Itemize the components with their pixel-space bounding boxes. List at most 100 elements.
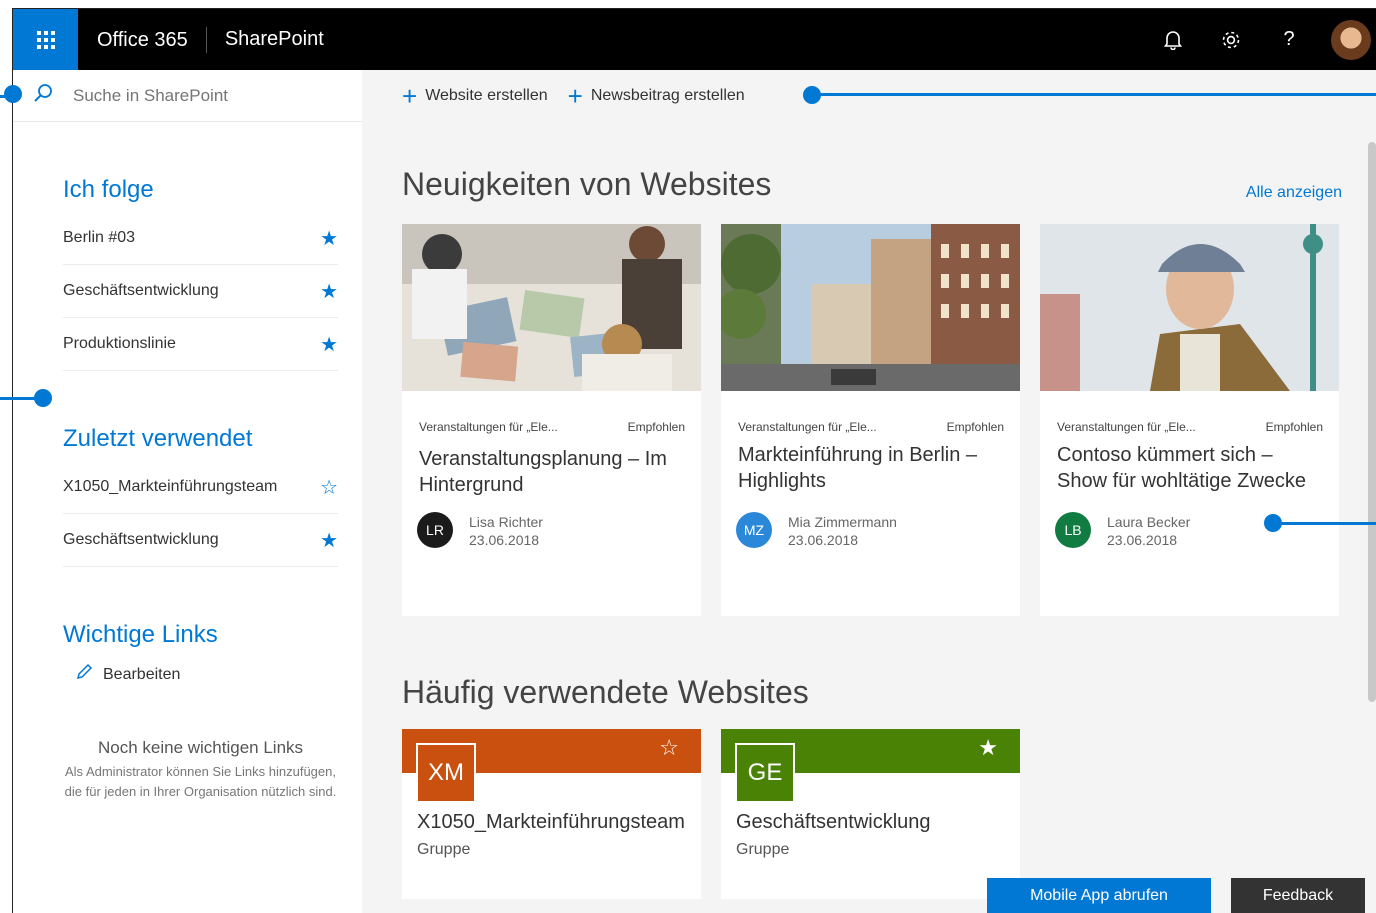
callout-line <box>0 397 36 400</box>
site-card-x1050[interactable]: ☆ XM X1050_Markteinführungsteam Gruppe <box>402 729 701 899</box>
sidebar-item-geschaeftsentwicklung[interactable]: Geschäftsentwicklung ★ <box>63 265 338 318</box>
links-empty-state: Noch keine wichtigen Links Als Administr… <box>63 738 338 802</box>
office-365-link[interactable]: Office 365 <box>78 26 207 53</box>
search-box[interactable] <box>13 70 362 122</box>
news-source[interactable]: Veranstaltungen für „Ele... <box>1057 420 1196 434</box>
author-name: Mia Zimmermann <box>788 514 897 530</box>
callout-line <box>815 93 1376 96</box>
pencil-icon <box>75 663 93 686</box>
frequent-sites-heading: Häufig verwendete Websites <box>402 674 809 710</box>
sidebar-item-label: Berlin #03 <box>63 229 136 246</box>
author-initials: MZ <box>736 512 772 548</box>
news-tag: Empfohlen <box>627 420 685 434</box>
news-tag: Empfohlen <box>946 420 1004 434</box>
left-navigation-pane: Ich folge Berlin #03 ★ Geschäftsentwickl… <box>13 70 362 913</box>
news-tag: Empfohlen <box>1265 420 1323 434</box>
news-card-meta: Veranstaltungen für „Ele... Empfohlen <box>1040 396 1339 434</box>
important-links-section: Wichtige Links Bearbeiten Noch keine wic… <box>13 621 362 802</box>
news-card-meta: Veranstaltungen für „Ele... Empfohlen <box>402 396 701 434</box>
sidebar-item-berlin-03[interactable]: Berlin #03 ★ <box>63 212 338 265</box>
suite-bar: Office 365 SharePoint ? <box>13 9 1376 70</box>
user-avatar-button[interactable] <box>1318 9 1376 70</box>
site-type: Gruppe <box>417 841 471 858</box>
plus-icon: + <box>402 81 418 111</box>
following-heading: Ich folge <box>63 176 154 203</box>
edit-links-button[interactable]: Bearbeiten <box>63 663 338 686</box>
recent-section: Zuletzt verwendet X1050_Markteinführungs… <box>13 425 362 567</box>
links-empty-title: Noch keine wichtigen Links <box>97 738 304 757</box>
news-card-meta: Veranstaltungen für „Ele... Empfohlen <box>721 396 1020 434</box>
sharepoint-window: Office 365 SharePoint ? Ich folge <box>12 8 1376 913</box>
publish-date: 23.06.2018 <box>469 532 540 548</box>
recent-heading: Zuletzt verwendet <box>63 425 253 452</box>
bell-icon[interactable] <box>1144 9 1202 70</box>
callout-line <box>0 95 6 98</box>
feedback-button[interactable]: Feedback <box>1231 878 1365 913</box>
sidebar-item-label: Geschäftsentwicklung <box>63 282 219 299</box>
star-outline-icon[interactable]: ☆ <box>320 475 338 500</box>
following-section: Ich folge Berlin #03 ★ Geschäftsentwickl… <box>13 176 362 371</box>
command-bar: + Website erstellen + Newsbeitrag erstel… <box>362 70 1376 122</box>
sharepoint-link[interactable]: SharePoint <box>207 28 324 51</box>
create-news-post-label: Newsbeitrag erstellen <box>590 87 745 104</box>
news-image-planning <box>402 224 701 391</box>
callout-dot <box>34 389 52 407</box>
news-image-berlin <box>716 224 1020 391</box>
news-author: LR Lisa Richter 23.06.2018 <box>402 502 701 548</box>
sidebar-item-geschaeftsentwicklung-recent[interactable]: Geschäftsentwicklung ★ <box>63 514 338 567</box>
links-empty-text: Als Administrator können Sie Links hinzu… <box>64 764 337 799</box>
news-image-contoso <box>1040 224 1339 391</box>
important-links-heading: Wichtige Links <box>63 621 218 648</box>
sidebar-item-label: Produktionslinie <box>63 335 176 352</box>
create-site-button[interactable]: + Website erstellen <box>402 81 548 111</box>
news-author: LB Laura Becker 23.06.2018 <box>1040 502 1339 548</box>
sidebar-item-label: Geschäftsentwicklung <box>63 531 219 548</box>
news-title[interactable]: Veranstaltungsplanung – Im Hintergrund <box>402 434 701 502</box>
author-initials: LR <box>417 512 453 548</box>
news-card[interactable]: Veranstaltungen für „Ele... Empfohlen Co… <box>1040 224 1339 616</box>
plus-icon: + <box>567 81 583 111</box>
get-mobile-app-button[interactable]: Mobile App abrufen <box>987 878 1211 913</box>
news-author: MZ Mia Zimmermann 23.06.2018 <box>721 502 1020 548</box>
star-filled-icon[interactable]: ★ <box>320 528 338 553</box>
author-initials: LB <box>1055 512 1091 548</box>
site-name[interactable]: X1050_Markteinführungsteam <box>417 811 685 834</box>
waffle-icon <box>36 30 55 49</box>
main-scrollbar[interactable] <box>1368 142 1376 702</box>
search-icon <box>33 83 59 108</box>
star-filled-icon[interactable]: ★ <box>320 226 338 251</box>
site-type: Gruppe <box>736 841 790 858</box>
news-heading: Neuigkeiten von Websites <box>402 166 772 202</box>
suite-bar-actions: ? <box>1144 9 1376 70</box>
help-icon[interactable]: ? <box>1260 9 1318 70</box>
callout-line <box>1276 522 1376 525</box>
view-all-link[interactable]: Alle anzeigen <box>1246 184 1342 202</box>
callout-dot <box>4 85 22 103</box>
site-logo-tile: XM <box>416 743 476 803</box>
gear-icon[interactable] <box>1202 9 1260 70</box>
news-source[interactable]: Veranstaltungen für „Ele... <box>738 420 877 434</box>
sidebar-item-produktionslinie[interactable]: Produktionslinie ★ <box>63 318 338 371</box>
news-card[interactable]: Veranstaltungen für „Ele... Empfohlen Ma… <box>716 224 1020 616</box>
star-filled-icon[interactable]: ★ <box>320 332 338 357</box>
sidebar-item-label: X1050_Markteinführungsteam <box>63 478 278 495</box>
news-title[interactable]: Markteinführung in Berlin – Highlights <box>721 434 1020 502</box>
site-name[interactable]: Geschäftsentwicklung <box>736 811 931 834</box>
star-outline-icon[interactable]: ☆ <box>659 735 679 761</box>
app-launcher-button[interactable] <box>13 9 78 70</box>
create-news-post-button[interactable]: + Newsbeitrag erstellen <box>567 81 745 111</box>
star-filled-icon[interactable]: ★ <box>978 735 998 761</box>
main-content: Neuigkeiten von Websites Alle anzeigen V… <box>362 122 1376 913</box>
search-input[interactable] <box>73 85 333 106</box>
author-name: Lisa Richter <box>469 514 543 530</box>
news-title[interactable]: Contoso kümmert sich – Show für wohltäti… <box>1040 434 1339 502</box>
sidebar-item-x1050[interactable]: X1050_Markteinführungsteam ☆ <box>63 461 338 514</box>
news-card[interactable]: Veranstaltungen für „Ele... Empfohlen Ve… <box>402 224 701 616</box>
star-filled-icon[interactable]: ★ <box>320 279 338 304</box>
publish-date: 23.06.2018 <box>788 532 859 548</box>
site-card-geschaeftsentwicklung[interactable]: ★ GE Geschäftsentwicklung Gruppe <box>721 729 1020 899</box>
create-site-label: Website erstellen <box>425 87 548 104</box>
news-source[interactable]: Veranstaltungen für „Ele... <box>419 420 558 434</box>
edit-links-label: Bearbeiten <box>103 665 181 683</box>
site-logo-tile: GE <box>735 743 795 803</box>
